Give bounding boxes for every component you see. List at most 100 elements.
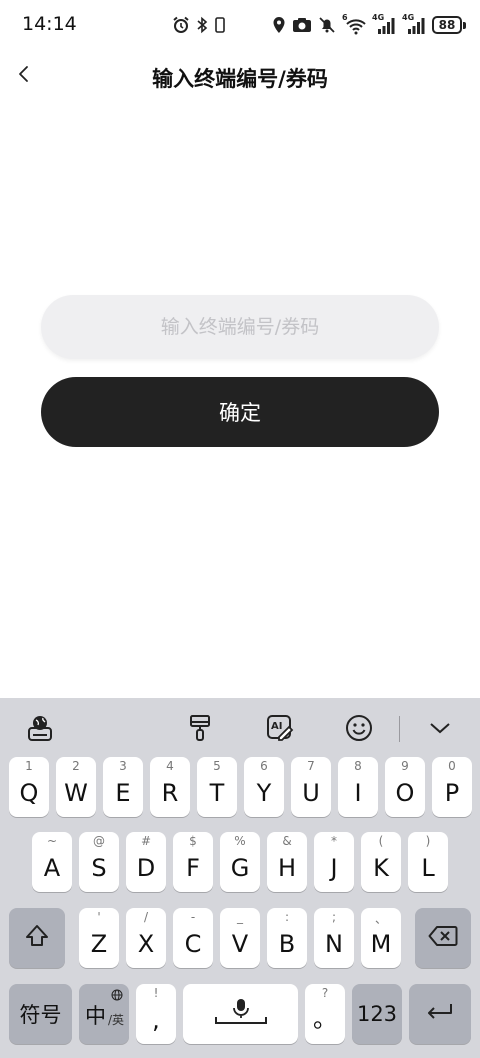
key-hint-label: 2	[72, 759, 80, 773]
key-letter-label: L	[421, 854, 435, 882]
key-letter-label: U	[302, 779, 320, 807]
lang-main-label: 中	[85, 1004, 106, 1028]
key-s[interactable]: @ S	[79, 832, 119, 892]
key-w[interactable]: 2W	[56, 757, 96, 817]
enter-key[interactable]	[409, 984, 471, 1044]
key-letter-label: F	[186, 854, 200, 882]
key-hint-label: *	[331, 834, 337, 848]
key-h[interactable]: & H	[267, 832, 307, 892]
key-letter-label: J	[330, 854, 338, 882]
bluetooth-icon	[196, 14, 208, 36]
key-e[interactable]: 3E	[103, 757, 143, 817]
key-m[interactable]: 、 M	[361, 908, 401, 968]
key-hint-label: 8	[354, 759, 362, 773]
key-letter-label: C	[184, 930, 202, 958]
key-hint-label: %	[234, 834, 246, 848]
key-letter-label: P	[444, 779, 460, 807]
keyboard-globe-icon[interactable]	[24, 712, 56, 744]
camera-icon	[292, 14, 312, 36]
toolbar-divider	[399, 716, 400, 742]
key-c[interactable]: -C	[173, 908, 213, 968]
key-v[interactable]: _ V	[220, 908, 260, 968]
symbols-key[interactable]: 符号	[9, 984, 72, 1044]
key-letter-label: R	[161, 779, 179, 807]
terminal-code-input[interactable]	[41, 295, 439, 359]
key-letter-label: T	[209, 779, 225, 807]
key-x[interactable]: / X	[126, 908, 166, 968]
comma-main-label: ,	[152, 1006, 160, 1034]
paintbrush-icon[interactable]	[184, 712, 216, 744]
key-hint-label: 6	[260, 759, 268, 773]
key-hint-label: 1	[25, 759, 33, 773]
key-hint-label: '	[97, 910, 101, 924]
battery-icon: 88	[432, 16, 466, 34]
key-hint-label: $	[189, 834, 197, 848]
lang-sub-label: /英	[108, 1013, 125, 1027]
key-hint-label: 5	[213, 759, 221, 773]
key-hint-label: 0	[448, 759, 456, 773]
space-key[interactable]	[183, 984, 298, 1044]
comma-key[interactable]: ! ,	[136, 984, 176, 1044]
emoji-icon[interactable]	[343, 712, 375, 744]
key-letter-label: V	[231, 930, 249, 958]
key-r[interactable]: 4R	[150, 757, 190, 817]
status-right-icons: 6 4G 4G 88	[272, 13, 466, 36]
page-header: 输入终端编号/券码	[0, 50, 480, 104]
key-hint-label: @	[93, 834, 105, 848]
status-left-icons	[172, 14, 226, 36]
key-hint-label: )	[425, 834, 431, 848]
backspace-key[interactable]	[415, 908, 471, 968]
key-hint-label: 3	[119, 759, 127, 773]
comma-sub-label: !	[153, 986, 159, 1000]
key-j[interactable]: * J	[314, 832, 354, 892]
period-main-label: 。	[313, 1005, 337, 1033]
shift-key[interactable]	[9, 908, 65, 968]
globe-icon	[111, 986, 123, 1005]
keyboard-toolbar: AI	[0, 698, 480, 756]
key-i[interactable]: 8I	[338, 757, 378, 817]
alarm-icon	[172, 14, 190, 36]
status-time: 14:14	[22, 13, 77, 35]
svg-text:AI: AI	[271, 721, 282, 732]
key-n[interactable]: ; N	[314, 908, 354, 968]
key-letter-label: M	[370, 930, 392, 958]
key-letter-label: B	[278, 930, 296, 958]
language-toggle-key[interactable]: 中 /英	[79, 984, 129, 1044]
key-a[interactable]: ~ A	[32, 832, 72, 892]
key-u[interactable]: 7U	[291, 757, 331, 817]
location-icon	[272, 14, 286, 36]
key-hint-label: (	[378, 834, 384, 848]
wifi-icon: 6	[342, 13, 366, 35]
key-hint-label: /	[143, 910, 149, 924]
key-hint-label: 7	[307, 759, 315, 773]
key-y[interactable]: 6Y	[244, 757, 284, 817]
key-f[interactable]: $ F	[173, 832, 213, 892]
key-letter-label: Q	[19, 779, 39, 807]
key-p[interactable]: 0P	[432, 757, 472, 817]
confirm-button[interactable]: 确定	[41, 377, 439, 447]
key-hint-label: &	[282, 834, 292, 848]
status-bar: 14:14 6 4G 4G 88	[0, 0, 480, 50]
key-t[interactable]: 5T	[197, 757, 237, 817]
key-letter-label: A	[43, 854, 61, 882]
key-q[interactable]: 1Q	[9, 757, 49, 817]
key-letter-label: X	[137, 930, 155, 958]
chevron-down-icon[interactable]	[424, 712, 456, 744]
ai-write-icon[interactable]: AI	[264, 712, 296, 744]
battery-tip	[463, 21, 466, 29]
symbols-key-label: 符号	[19, 1003, 62, 1027]
key-d[interactable]: # D	[126, 832, 166, 892]
terminal-code-field-wrapper	[41, 295, 439, 359]
key-b[interactable]: :B	[267, 908, 307, 968]
key-letter-label: D	[136, 854, 156, 882]
key-g[interactable]: % G	[220, 832, 260, 892]
microphone-icon	[213, 997, 269, 1031]
key-z[interactable]: ' Z	[79, 908, 119, 968]
key-hint-label: :	[284, 910, 290, 924]
key-k[interactable]: (K	[361, 832, 401, 892]
key-o[interactable]: 9O	[385, 757, 425, 817]
key-hint-label: 9	[401, 759, 409, 773]
key-l[interactable]: ) L	[408, 832, 448, 892]
period-key[interactable]: ? 。	[305, 984, 345, 1044]
numbers-key[interactable]: 123	[352, 984, 402, 1044]
